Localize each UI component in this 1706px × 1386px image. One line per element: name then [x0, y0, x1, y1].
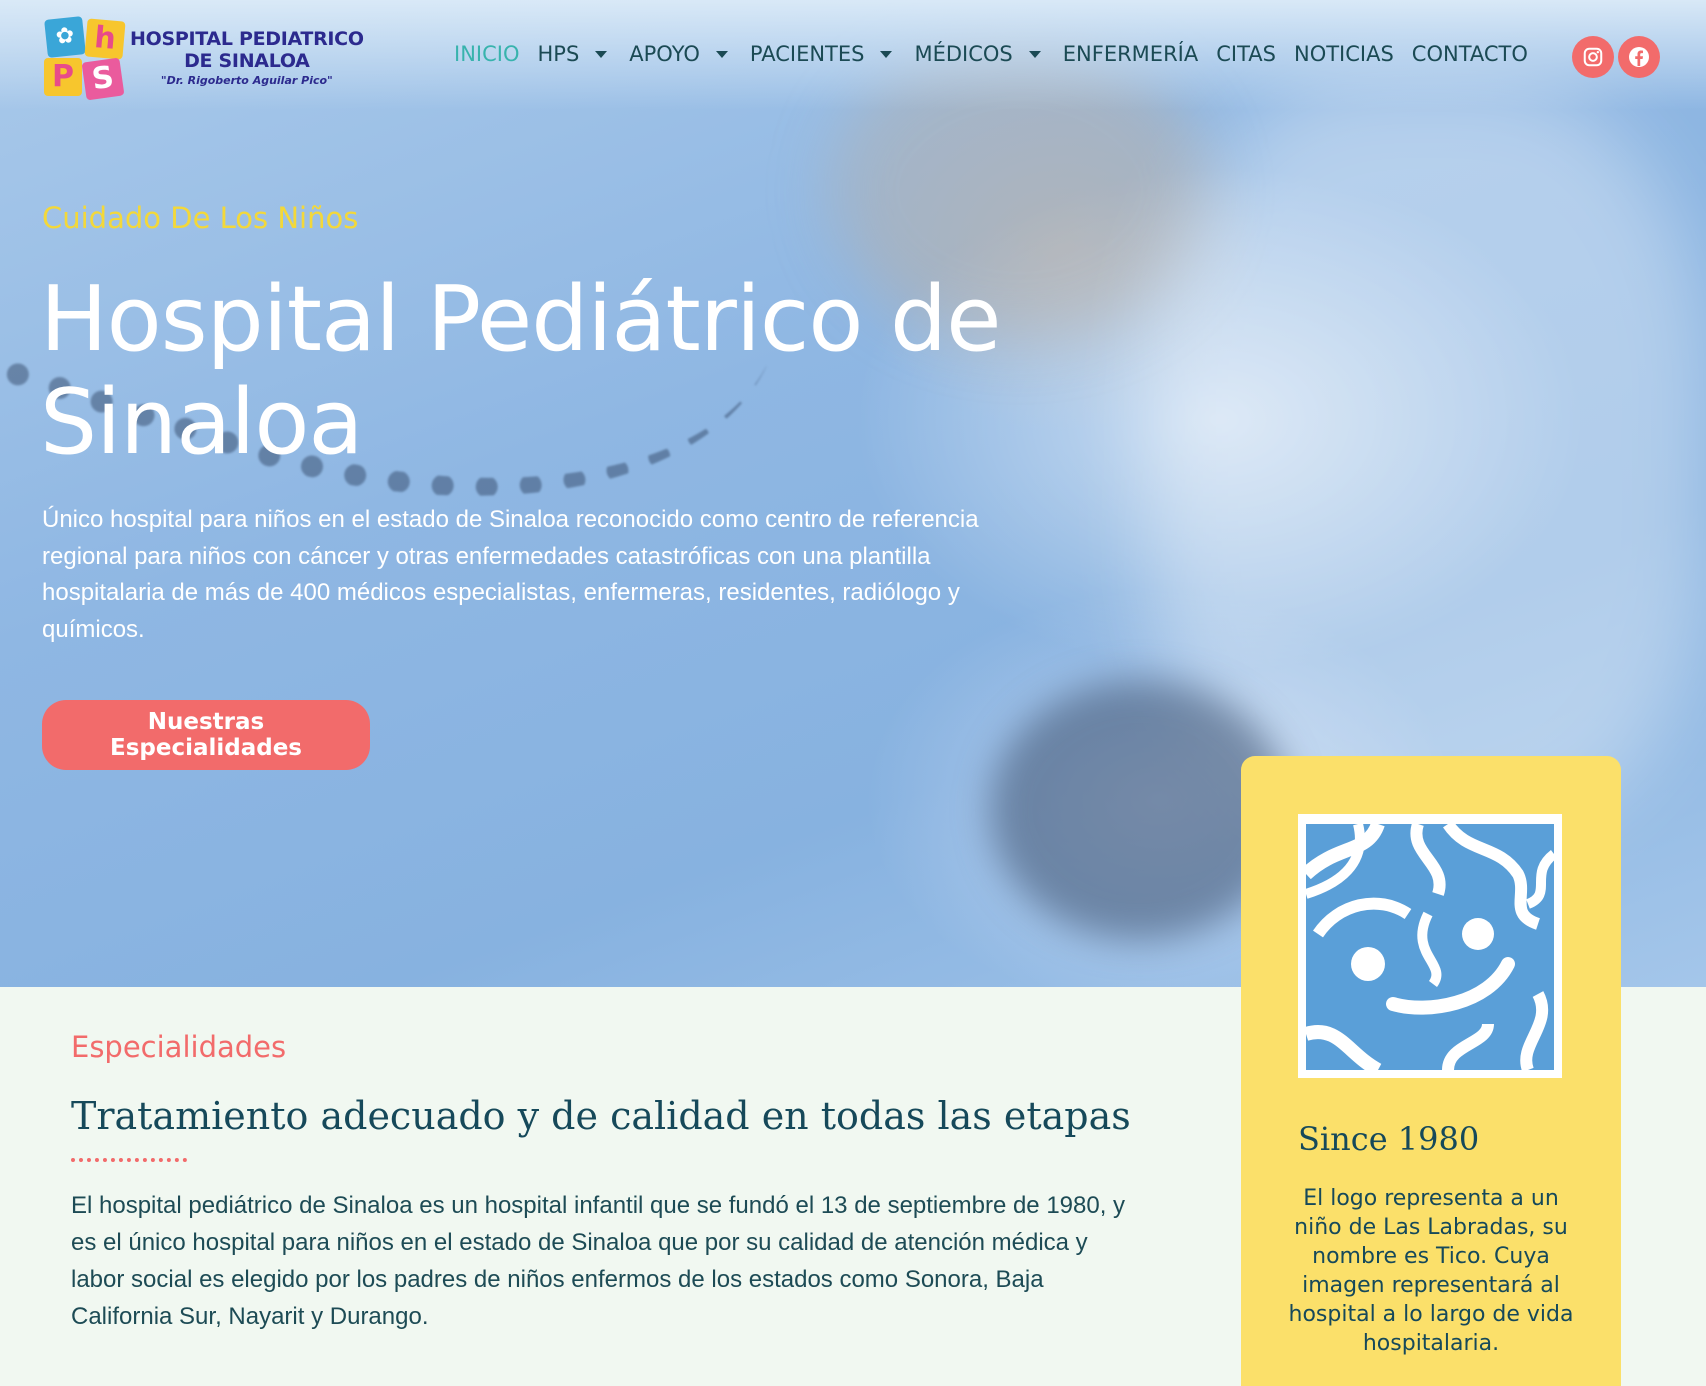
logo-title-line2: DE SINALOA: [184, 49, 310, 72]
chevron-down-icon: [595, 50, 608, 58]
since-card: Since 1980 El logo representa a un niño …: [1241, 756, 1621, 1386]
nav-item-hps[interactable]: HPS: [537, 42, 611, 66]
nav-item-inicio[interactable]: INICIO: [454, 42, 519, 66]
card-title: Since 1980: [1298, 1120, 1480, 1158]
logo-title-line1: HOSPITAL PEDIATRICO: [130, 27, 364, 50]
section-title: Tratamiento adecuado y de calidad en tod…: [71, 1094, 1131, 1138]
card-body: El logo representa a un niño de Las Labr…: [1288, 1186, 1574, 1356]
chevron-down-icon: [715, 50, 728, 58]
facebook-icon: [1629, 47, 1649, 67]
facebook-button[interactable]: [1618, 36, 1660, 78]
chevron-down-icon: [1028, 50, 1041, 58]
nav-item-contacto[interactable]: CONTACTO: [1412, 42, 1528, 66]
logo-subtitle: "Dr. Rigoberto Aguilar Pico": [160, 73, 333, 87]
nav-item-pacientes[interactable]: PACIENTES: [750, 42, 897, 66]
main-nav: INICIO HPS APOYO PACIENTES MÉDICOS ENFER…: [454, 42, 1546, 66]
hero-description: Único hospital para niños en el estado d…: [42, 506, 979, 643]
nav-item-noticias[interactable]: NOTICIAS: [1294, 42, 1394, 66]
tico-logo-icon: [1298, 814, 1562, 1078]
specialties-button[interactable]: Nuestras Especialidades: [42, 700, 370, 770]
nav-item-medicos[interactable]: MÉDICOS: [914, 42, 1044, 66]
section-body: El hospital pediátrico de Sinaloa es un …: [71, 1192, 1126, 1330]
hospital-logo[interactable]: ✿ h P S HOSPITAL PEDIATRICO DE SINALOA "…: [44, 16, 364, 101]
nav-item-apoyo[interactable]: APOYO: [629, 42, 732, 66]
section-divider: [71, 1158, 187, 1166]
section-kicker: Especialidades: [71, 1030, 287, 1064]
hps-logo-mark: ✿ h P S: [44, 16, 126, 101]
hero-kicker: Cuidado De Los Niños: [42, 201, 359, 235]
nav-item-enfermeria[interactable]: ENFERMERÍA: [1063, 42, 1198, 66]
hero-title: Hospital Pediátrico de Sinaloa: [40, 267, 1002, 475]
nav-item-citas[interactable]: CITAS: [1216, 42, 1276, 66]
instagram-button[interactable]: [1572, 36, 1614, 78]
chevron-down-icon: [880, 50, 893, 58]
instagram-icon: [1583, 47, 1603, 67]
